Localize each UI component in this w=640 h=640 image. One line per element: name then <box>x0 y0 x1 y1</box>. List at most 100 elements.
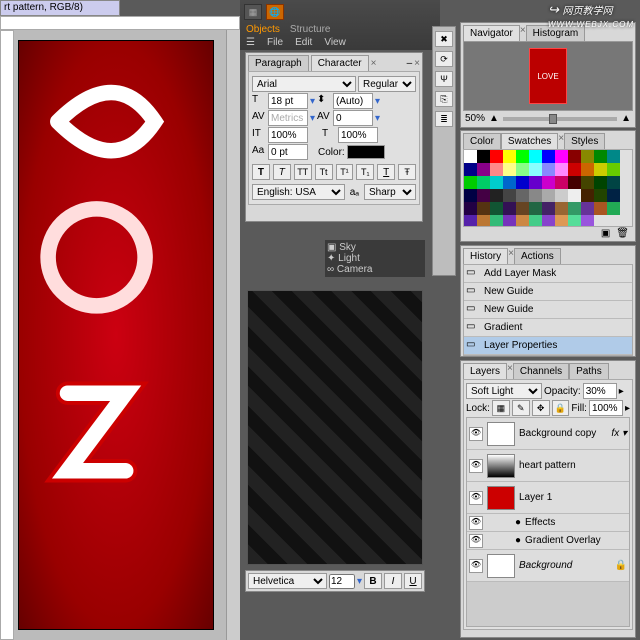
scene-item-camera[interactable]: ∞ Camera <box>327 264 423 275</box>
swatch[interactable] <box>477 189 490 202</box>
swatch[interactable] <box>581 176 594 189</box>
tab-structure[interactable]: Structure <box>290 24 331 35</box>
swatch[interactable] <box>594 163 607 176</box>
swatch[interactable] <box>542 150 555 163</box>
faux-italic-button[interactable]: T <box>273 164 291 180</box>
scene-item-light[interactable]: ✦ Light <box>327 253 423 264</box>
swatch[interactable] <box>503 215 516 227</box>
dropdown-icon[interactable]: ▾ <box>375 96 380 107</box>
tab-objects[interactable]: Objects <box>246 24 280 35</box>
visibility-icon[interactable]: 👁 <box>469 559 483 573</box>
zoom-out-icon[interactable]: ▲ <box>489 113 499 124</box>
tools-icon[interactable]: ✖ <box>435 31 453 47</box>
smallcaps-button[interactable]: Tt <box>315 164 333 180</box>
swatch[interactable] <box>607 176 620 189</box>
panel-close-icon[interactable]: × <box>414 58 420 69</box>
swatch[interactable] <box>607 150 620 163</box>
swatch[interactable] <box>490 189 503 202</box>
swatch[interactable] <box>542 215 555 227</box>
layer-row[interactable]: 👁●Effects <box>467 514 629 532</box>
swatch[interactable] <box>581 215 594 227</box>
dropdown-icon[interactable]: ▾ <box>375 113 380 124</box>
swatch[interactable] <box>477 150 490 163</box>
swatch[interactable] <box>568 163 581 176</box>
layer-row[interactable]: 👁Layer 1 <box>467 482 629 514</box>
bold-button[interactable]: B <box>364 573 382 589</box>
swatches-grid[interactable] <box>463 149 633 227</box>
navigator-preview[interactable]: LOVE <box>463 41 633 111</box>
swatch[interactable] <box>568 202 581 215</box>
swatch[interactable] <box>529 176 542 189</box>
swatch[interactable] <box>464 176 477 189</box>
grid-icon[interactable]: ▦ <box>244 4 262 20</box>
canvas[interactable] <box>18 40 214 630</box>
layer-row[interactable]: 👁heart pattern <box>467 450 629 482</box>
swatch[interactable] <box>529 150 542 163</box>
tab-navigator[interactable]: Navigator <box>463 25 520 41</box>
bottom-font-size[interactable] <box>329 574 355 589</box>
superscript-button[interactable]: T¹ <box>336 164 354 180</box>
layer-row[interactable]: 👁Background copyfx ▾ <box>467 418 629 450</box>
lock-paint-icon[interactable]: ✎ <box>512 400 530 416</box>
swatch[interactable] <box>594 150 607 163</box>
tab-paths[interactable]: Paths <box>569 363 609 379</box>
dropdown-icon[interactable]: ▾ <box>310 96 315 107</box>
opacity-input[interactable] <box>583 383 617 399</box>
tab-character[interactable]: Character <box>311 55 369 71</box>
swatch[interactable] <box>542 163 555 176</box>
tab-history[interactable]: History <box>463 248 508 264</box>
underline-button[interactable]: U <box>404 573 422 589</box>
blend-mode-select[interactable]: Soft Light <box>466 383 542 399</box>
swatch[interactable] <box>607 202 620 215</box>
swatch[interactable] <box>555 176 568 189</box>
close-icon[interactable]: × <box>371 58 377 69</box>
layer-thumb[interactable] <box>487 486 515 510</box>
zoom-slider[interactable] <box>503 117 617 121</box>
swatch[interactable] <box>490 176 503 189</box>
swatch[interactable] <box>490 202 503 215</box>
chevron-icon[interactable]: ▸ <box>619 386 624 397</box>
chevron-icon[interactable]: ▸ <box>625 403 630 414</box>
new-swatch-icon[interactable]: ▣ <box>601 228 610 239</box>
color-swatch[interactable] <box>347 145 385 159</box>
tab-color[interactable]: Color <box>463 133 501 149</box>
swatch[interactable] <box>607 189 620 202</box>
swatch[interactable] <box>529 163 542 176</box>
tab-layers[interactable]: Layers <box>463 363 507 379</box>
swatch[interactable] <box>555 150 568 163</box>
history-item[interactable]: ▭New Guide <box>464 301 632 319</box>
scene-item-sky[interactable]: ▣ Sky <box>327 242 423 253</box>
swatch[interactable] <box>555 163 568 176</box>
swatch[interactable] <box>503 176 516 189</box>
swatch[interactable] <box>516 150 529 163</box>
swatch[interactable] <box>607 163 620 176</box>
ruler-horizontal[interactable] <box>0 16 240 30</box>
layers-icon[interactable]: ≣ <box>435 111 453 127</box>
swatch[interactable] <box>594 202 607 215</box>
swatch[interactable] <box>594 176 607 189</box>
swatch[interactable] <box>490 163 503 176</box>
layer-thumb[interactable] <box>487 554 515 578</box>
swatch[interactable] <box>542 189 555 202</box>
swatch[interactable] <box>503 150 516 163</box>
swatch[interactable] <box>568 215 581 227</box>
font-family-select[interactable]: Arial <box>252 76 356 92</box>
swatch[interactable] <box>516 215 529 227</box>
language-select[interactable]: English: USA <box>252 184 345 200</box>
layer-thumb[interactable] <box>487 422 515 446</box>
swatch[interactable] <box>516 163 529 176</box>
layer-row[interactable]: 👁Background🔒 <box>467 550 629 582</box>
baseline-input[interactable] <box>268 144 308 160</box>
tab-styles[interactable]: Styles <box>564 133 605 149</box>
history-item[interactable]: ▭Add Layer Mask <box>464 265 632 283</box>
swatch[interactable] <box>581 189 594 202</box>
brush-icon[interactable]: ⟳ <box>435 51 453 67</box>
lock-all-icon[interactable]: 🔒 <box>552 400 570 416</box>
tab-channels[interactable]: Channels <box>513 363 569 379</box>
swatch[interactable] <box>490 215 503 227</box>
antialias-select[interactable]: Sharp <box>364 184 416 200</box>
clone-icon[interactable]: ⎘ <box>435 91 453 107</box>
swatch[interactable] <box>529 189 542 202</box>
leading-input[interactable] <box>333 93 373 109</box>
swatch[interactable] <box>529 202 542 215</box>
